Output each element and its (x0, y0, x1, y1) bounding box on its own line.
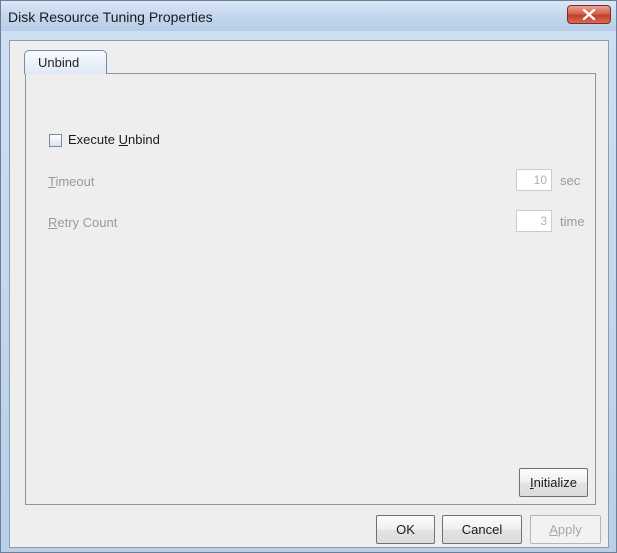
title-bar[interactable]: Disk Resource Tuning Properties (1, 1, 616, 31)
tab-unbind-label: Unbind (38, 55, 80, 70)
dialog-client-area: Unbind Execute Unbind Timeout 10 sec Ret… (9, 40, 609, 548)
timeout-label: Timeout (48, 174, 95, 189)
window-title: Disk Resource Tuning Properties (8, 9, 213, 25)
timeout-unit: sec (560, 173, 581, 188)
timeout-input[interactable]: 10 (516, 169, 552, 191)
execute-unbind-label[interactable]: Execute Unbind (68, 132, 160, 147)
retry-count-label: Retry Count (48, 215, 118, 230)
retry-count-input[interactable]: 3 (516, 210, 552, 232)
unbind-tab-panel: Execute Unbind Timeout 10 sec Retry Coun… (25, 73, 596, 505)
close-button[interactable] (567, 5, 611, 24)
initialize-button[interactable]: Initialize (519, 468, 588, 497)
close-icon (582, 9, 596, 20)
execute-unbind-checkbox[interactable] (49, 134, 62, 147)
ok-button[interactable]: OK (376, 515, 435, 544)
retry-count-unit: time (560, 214, 585, 229)
cancel-button[interactable]: Cancel (442, 515, 522, 544)
tab-unbind[interactable]: Unbind (24, 50, 107, 74)
dialog-window: Disk Resource Tuning Properties Unbind E… (0, 0, 617, 553)
apply-button[interactable]: Apply (530, 515, 601, 544)
